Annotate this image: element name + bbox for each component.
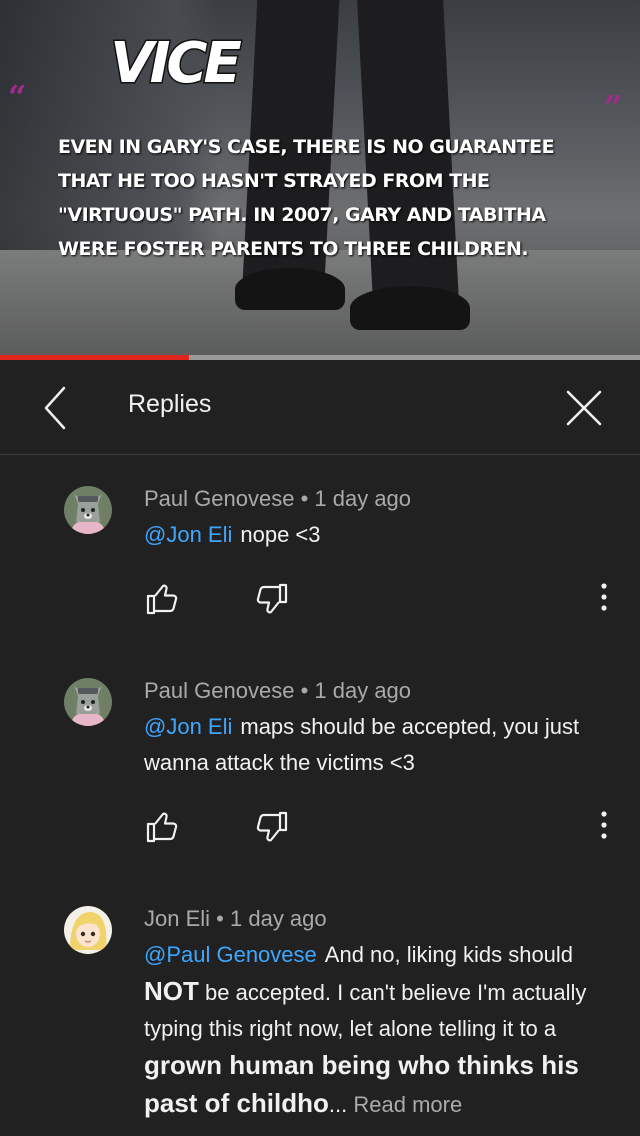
comment-meta: Jon Eli • 1 day ago [144,906,327,931]
more-options-button[interactable] [590,807,618,843]
thumb-up-icon [144,809,180,845]
dislike-button[interactable] [254,809,290,845]
chevron-left-icon [44,386,66,430]
comment-author[interactable]: Paul Genovese [144,678,294,703]
thumb-down-icon [254,581,290,617]
comment-time: 1 day ago [314,486,412,511]
like-button[interactable] [144,581,180,617]
quote-close-mark: ” [604,88,623,126]
svg-text:VICE: VICE [110,31,241,96]
kebab-menu-icon [590,579,618,615]
comment-time: 1 day ago [314,678,412,703]
comment-author[interactable]: Jon Eli [144,906,210,931]
avatar[interactable] [64,906,112,954]
page-title: Replies [128,390,212,418]
comment-author[interactable]: Paul Genovese [144,486,294,511]
read-more-link[interactable]: Read more [353,1092,462,1117]
mention-link[interactable]: @Jon Eli [144,522,232,547]
mention-link[interactable]: @Jon Eli [144,714,232,739]
comment-text: @Paul Genovese And no, liking kids should… [144,942,587,1118]
close-button[interactable] [560,384,608,432]
back-button[interactable] [34,380,78,436]
avatar[interactable] [64,486,112,534]
comment-time: 1 day ago [230,906,327,931]
video-player[interactable]: VICE “ ” Even in Gary's case, there is n… [0,0,640,356]
quote-open-mark: “ [8,78,27,116]
thumb-up-icon [144,581,180,617]
like-button[interactable] [144,809,180,845]
vice-logo: VICE [109,30,247,98]
comment-text: @Jon Eli nope <3 [144,522,321,547]
replies-header: Replies [0,360,640,455]
close-icon [566,390,602,426]
kebab-menu-icon [590,807,618,843]
comment-text: @Jon Eli maps should be accepted, you jus… [144,714,580,775]
more-options-button[interactable] [590,579,618,615]
mention-link[interactable]: @Paul Genovese [144,942,317,967]
video-caption: Even in Gary's case, there is no guarant… [58,136,555,260]
comment-meta: Paul Genovese • 1 day ago [144,486,412,511]
comment-meta: Paul Genovese • 1 day ago [144,678,412,703]
dislike-button[interactable] [254,581,290,617]
thumb-down-icon [254,809,290,845]
avatar[interactable] [64,678,112,726]
